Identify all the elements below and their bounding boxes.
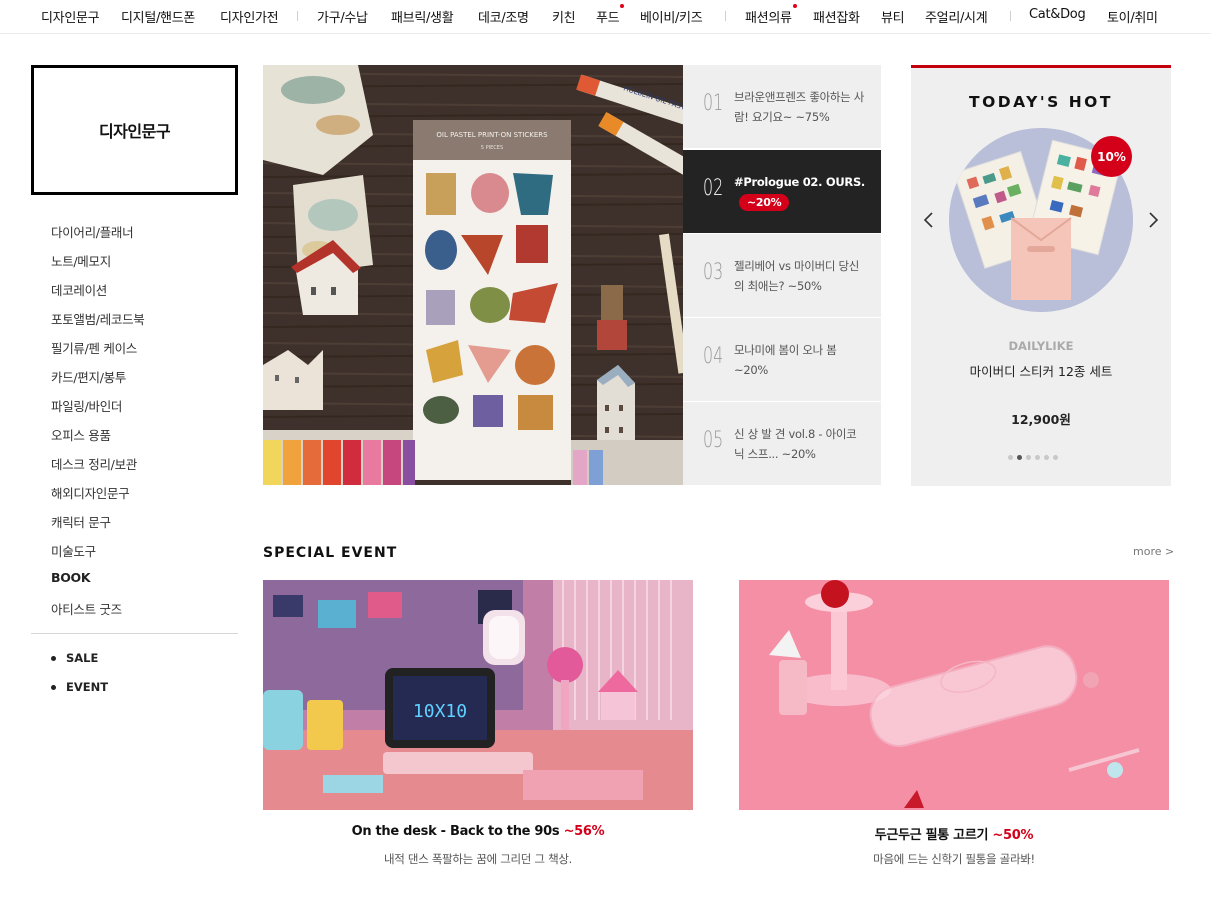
hero-item-text: 브라운앤프렌즈 좋아하는 사람! 요기요~ ~75%	[734, 90, 865, 124]
nav-item-baby[interactable]: 베이비/키즈	[640, 7, 703, 26]
hero-item-text: 신 상 발 견 vol.8 - 아이코닉 스프... ~20%	[734, 427, 857, 461]
nav-item-beauty[interactable]: 뷰티	[881, 7, 905, 26]
carousel-dot[interactable]	[1044, 455, 1049, 460]
sidebar-divider	[31, 633, 238, 634]
todays-hot-panel: TODAY'S HOT 10% DAILYLIKE 마이버디 스티커 12종 세…	[911, 65, 1171, 486]
category-title: 디자인문구	[98, 122, 171, 141]
hero-list-item-active[interactable]: 02 #Prologue 02. OURS. ~20%	[683, 150, 881, 233]
todays-hot-title: TODAY'S HOT	[969, 93, 1113, 111]
nav-item-fashion-clothing[interactable]: 패션의류	[745, 4, 797, 26]
nav-item-furniture[interactable]: 가구/수납	[317, 7, 368, 26]
sidebar-link-sale[interactable]: SALE	[51, 651, 108, 680]
nav-item-deco[interactable]: 데코/조명	[478, 7, 529, 26]
carousel-dots	[1008, 455, 1058, 460]
top-category-nav: 디자인문구 디지털/핸드폰 디자인가전 가구/수납 패브릭/생활 데코/조명 키…	[0, 0, 1211, 34]
new-dot	[620, 4, 625, 8]
nav-item-jewelry[interactable]: 주얼리/시계	[925, 7, 988, 26]
product-price: 12,900원	[1011, 412, 1071, 427]
desk-setup-photo: 10X10	[263, 580, 693, 810]
hero-list-item[interactable]: 04 모나미에 봄이 오나 봄 ~20%	[683, 318, 881, 401]
discount-badge: ~20%	[739, 194, 790, 211]
subcategory-list: 다이어리/플래너 노트/메모지 데코레이션 포토앨범/레코드북 필기류/펜 케이…	[51, 222, 145, 628]
carousel-dot-active[interactable]	[1017, 455, 1022, 460]
hero-item-text: 모나미에 봄이 오나 봄 ~20%	[734, 343, 837, 377]
sidebar-item-pen[interactable]: 필기류/펜 케이스	[51, 338, 145, 367]
hero-item-number: 05	[703, 428, 724, 453]
sticker-sheet-sub: 5 PIECES	[481, 145, 503, 151]
hero-item-text: 젤리베어 vs 마이버디 당신의 최애는? ~50%	[734, 259, 860, 293]
nav-item-kitchen[interactable]: 키친	[552, 7, 576, 26]
product-name[interactable]: 마이버디 스티커 12종 세트	[911, 361, 1171, 380]
event-subtitle-pencil-case: 마음에 드는 신학기 필통을 골라봐!	[873, 852, 1035, 866]
sidebar-item-office[interactable]: 오피스 용품	[51, 425, 145, 454]
hero-item-text: #Prologue 02. OURS. ~20%	[734, 175, 865, 211]
nav-divider	[725, 11, 726, 21]
hero-list-item[interactable]: 01 브라운앤프렌즈 좋아하는 사람! 요기요~ ~75%	[683, 65, 881, 148]
nav-item-stationery[interactable]: 디자인문구	[41, 7, 100, 26]
sticker-sheet-title: OIL PASTEL PRINT-ON STICKERS	[436, 131, 548, 139]
sidebar-extra-links: SALE EVENT	[51, 651, 108, 709]
carousel-dot[interactable]	[1026, 455, 1031, 460]
bullet-icon	[51, 685, 56, 690]
hero-item-number: 01	[703, 91, 724, 116]
chevron-right-icon[interactable]	[1145, 208, 1161, 232]
more-link[interactable]: more >	[1133, 545, 1174, 558]
tablet-screen-text: 10X10	[413, 701, 467, 722]
hero-list-item[interactable]: 03 젤리베어 vs 마이버디 당신의 최애는? ~50%	[683, 234, 881, 317]
pencil-case-photo	[739, 580, 1169, 810]
carousel-dot[interactable]	[1008, 455, 1013, 460]
nav-item-toy[interactable]: 토이/취미	[1107, 7, 1158, 26]
new-dot	[792, 4, 797, 8]
chevron-left-icon[interactable]	[921, 208, 937, 232]
event-image-desk[interactable]: 10X10	[263, 580, 693, 810]
nav-divider	[1010, 11, 1011, 21]
hero-banner-image[interactable]: OIL PASTEL PRINT-ON STICKERS 5 PIECES HO…	[263, 65, 683, 485]
hero-banner-list: 01 브라운앤프렌즈 좋아하는 사람! 요기요~ ~75% 02 #Prolog…	[683, 65, 881, 485]
sidebar-item-photo-album[interactable]: 포토앨범/레코드북	[51, 309, 145, 338]
category-title-box: 디자인문구	[31, 65, 238, 195]
sidebar-item-note[interactable]: 노트/메모지	[51, 251, 145, 280]
nav-item-fashion-goods[interactable]: 패션잡화	[813, 7, 860, 26]
sidebar-item-decoration[interactable]: 데코레이션	[51, 280, 145, 309]
bullet-icon	[51, 656, 56, 661]
event-title-pencil-case[interactable]: 두근두근 필통 고르기 ~50%	[739, 824, 1169, 843]
nav-item-cat-dog[interactable]: Cat&Dog	[1029, 7, 1086, 22]
sidebar-item-overseas[interactable]: 해외디자인문구	[51, 483, 145, 512]
sidebar-item-book[interactable]: BOOK	[51, 570, 145, 599]
nav-item-digital[interactable]: 디지털/핸드폰	[121, 7, 195, 26]
nav-item-appliance[interactable]: 디자인가전	[220, 7, 279, 26]
sidebar-item-character[interactable]: 캐릭터 문구	[51, 512, 145, 541]
carousel-dot[interactable]	[1053, 455, 1058, 460]
sidebar-item-card[interactable]: 카드/편지/봉투	[51, 367, 145, 396]
sidebar-item-artist-goods[interactable]: 아티스트 굿즈	[51, 599, 145, 628]
event-image-pencil-case[interactable]	[739, 580, 1169, 810]
nav-item-food[interactable]: 푸드	[596, 4, 625, 26]
hero-item-number: 02	[703, 176, 724, 201]
sidebar-item-desk[interactable]: 데스크 정리/보관	[51, 454, 145, 483]
product-brand[interactable]: DAILYLIKE	[911, 339, 1171, 353]
hero-item-number: 03	[703, 260, 724, 285]
nav-item-fabric[interactable]: 패브릭/생활	[391, 7, 454, 26]
hero-item-number: 04	[703, 344, 724, 369]
carousel-dot[interactable]	[1035, 455, 1040, 460]
event-title-desk[interactable]: On the desk - Back to the 90s ~56%	[263, 824, 693, 839]
sidebar-item-art-tools[interactable]: 미술도구	[51, 541, 145, 570]
sticker-sheet-photo: OIL PASTEL PRINT-ON STICKERS 5 PIECES HO…	[263, 65, 683, 485]
hero-list-item[interactable]: 05 신 상 발 견 vol.8 - 아이코닉 스프... ~20%	[683, 402, 881, 485]
sidebar-item-diary[interactable]: 다이어리/플래너	[51, 222, 145, 251]
sidebar-item-filing[interactable]: 파일링/바인더	[51, 396, 145, 425]
sidebar-link-event[interactable]: EVENT	[51, 680, 108, 709]
nav-divider	[297, 11, 298, 21]
event-subtitle-desk: 내적 댄스 폭팔하는 꿈에 그리던 그 책상.	[384, 852, 572, 866]
special-event-title: SPECIAL EVENT	[263, 545, 398, 561]
discount-badge: 10%	[1091, 136, 1132, 177]
